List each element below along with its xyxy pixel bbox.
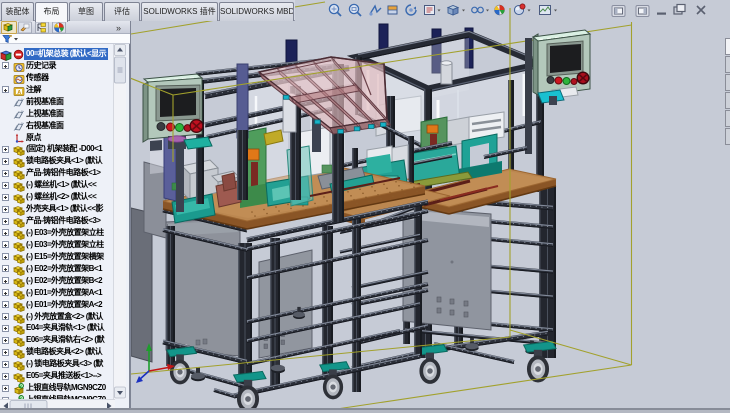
svg-text:»: »: [116, 23, 121, 33]
